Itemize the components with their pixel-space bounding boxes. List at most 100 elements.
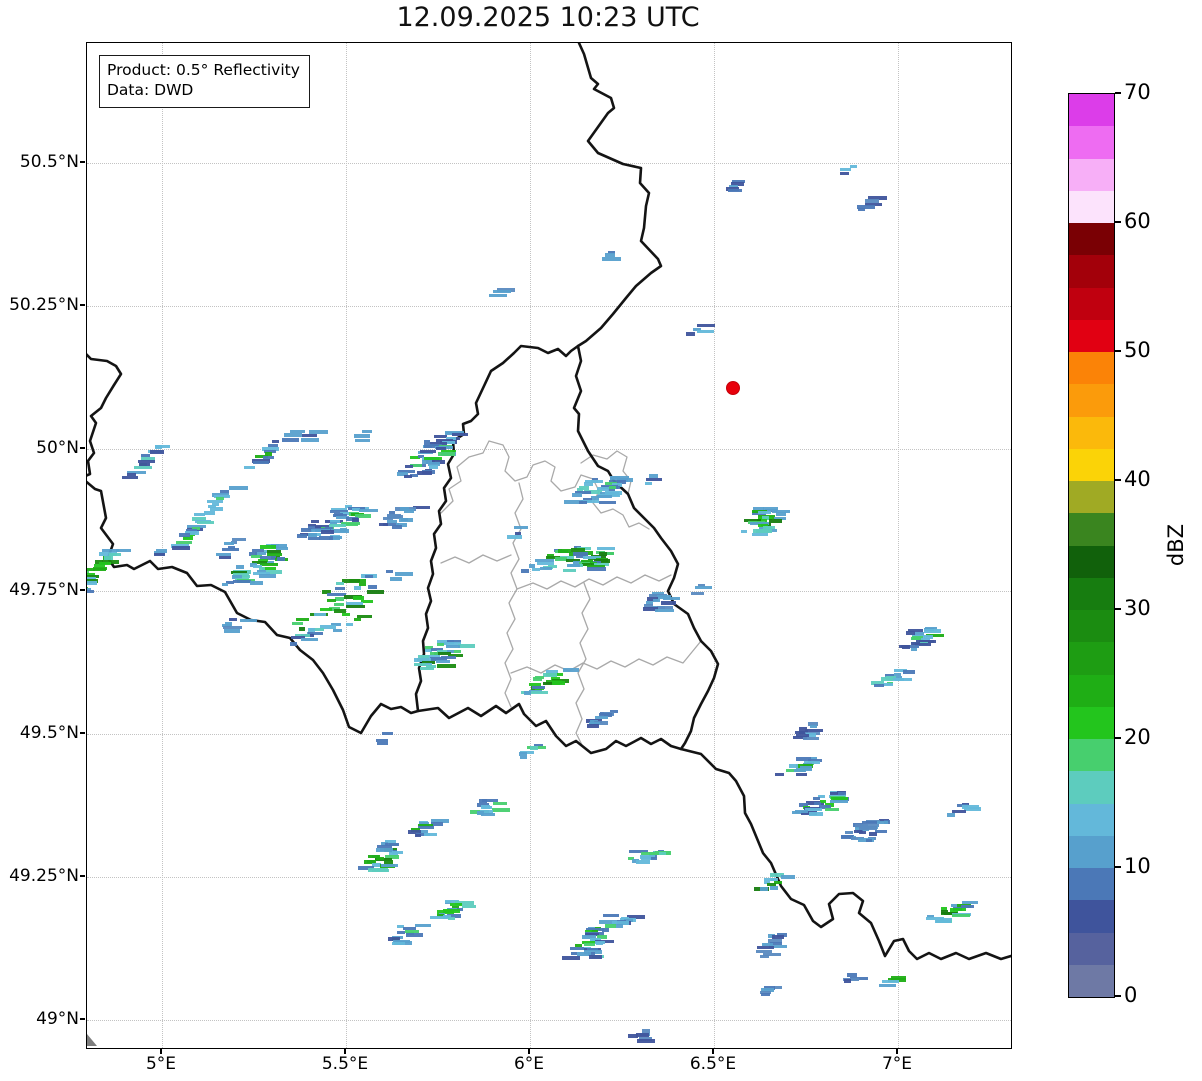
colorbar-segment [1069,642,1114,675]
echo-pixel [605,253,615,256]
y-tick-mark [80,447,85,448]
echo-pixel [342,613,351,616]
echo-pixel [368,585,378,588]
echo-pixel [292,622,303,625]
echo-pixel [367,590,383,593]
y-tick-label: 49°N [0,1009,79,1029]
echo-pixel [697,324,715,327]
colorbar-segment [1069,319,1114,352]
colorbar-segment [1069,352,1114,385]
x-tick-label: 7°E [852,1054,942,1074]
colorbar-segment [1069,868,1114,901]
echo-pixel [663,597,680,600]
echo-pixel [362,430,373,433]
echo-pixel [596,942,604,945]
echo-pixel [774,986,782,989]
echo-pixel [418,826,435,829]
echo-pixel [134,466,152,469]
y-tick-mark [80,589,85,590]
echo-pixel [697,330,714,333]
echo-pixel [437,664,456,667]
colorbar-segment [1069,158,1114,191]
echo-pixel [533,677,542,680]
echo-pixel [405,465,413,468]
colorbar-tick-label: 10 [1124,854,1151,878]
echo-pixel [587,567,606,570]
echo-pixel [760,887,768,890]
colorbar-segment [1069,803,1114,836]
echo-pixel [222,548,239,551]
echo-pixel [155,445,162,448]
echo-pixel [879,984,897,987]
echo-pixel [795,810,808,813]
colorbar-tick-label: 30 [1124,596,1151,620]
colorbar-tick-label: 50 [1124,338,1151,362]
colorbar-segment [1069,964,1114,997]
echo-pixel [397,931,406,934]
echo-pixel [514,526,528,529]
echo-pixel [602,257,620,260]
echo-pixel [301,438,319,441]
echo-pixel [796,773,808,776]
echo-pixel [308,537,320,540]
echo-pixel [354,586,361,589]
echo-pixel [882,980,898,983]
echo-pixel [602,928,609,931]
echo-pixel [259,574,276,577]
echo-pixel [452,433,468,436]
echo-pixel [417,471,432,474]
colorbar-segment [1069,513,1114,546]
y-tick-mark [80,1018,85,1019]
echo-pixel [874,684,885,687]
colorbar-segment [1069,900,1114,933]
echo-pixel [493,802,507,805]
echo-pixel [244,466,255,469]
y-tick-mark [80,732,85,733]
echo-pixel [224,629,240,632]
echo-pixel [335,597,344,600]
echo-pixel [284,433,302,436]
echo-pixel [761,993,770,996]
echo-pixel [327,599,335,602]
colorbar-tick-label: 20 [1124,725,1151,749]
echo-pixel [420,667,435,670]
colorbar-tick-mark [1115,221,1121,223]
y-tick-label: 49.75°N [0,580,79,600]
echo-pixel [197,521,214,524]
echo-pixel [319,536,333,539]
echo-pixel [204,511,215,514]
echo-pixel [520,756,527,759]
echo-pixel [210,507,223,510]
echo-pixel [253,461,269,464]
echo-pixel [342,579,360,582]
echo-pixel [769,519,782,522]
echo-pixel [311,520,319,523]
echo-pixel [540,567,552,570]
echo-pixel [628,1034,638,1037]
echo-pixel [277,557,286,560]
colorbar-tick-mark [1115,737,1121,739]
x-tick-label: 5°E [116,1054,206,1074]
map-plot: Product: 0.5° Reflectivity Data: DWD [86,42,1012,1049]
echo-pixel [224,542,233,545]
radar-site-marker [726,381,740,395]
colorbar-segment [1069,706,1114,739]
echo-pixel [902,645,910,648]
echo-pixel [881,677,893,680]
echo-pixel [781,875,795,878]
echo-pixel [825,808,839,811]
echo-pixel [903,670,915,673]
echo-pixel [810,725,817,728]
echo-pixel [507,535,521,538]
echo-pixel [229,618,237,621]
echo-pixel [413,506,430,509]
colorbar-segment [1069,384,1114,417]
echo-pixel [489,294,507,297]
echo-pixel [415,834,421,837]
colorbar [1068,93,1115,998]
echo-pixel [563,668,579,671]
echo-pixel [924,629,940,632]
echo-pixel [272,440,279,443]
echo-pixel [752,533,768,536]
echo-pixel [605,924,616,927]
